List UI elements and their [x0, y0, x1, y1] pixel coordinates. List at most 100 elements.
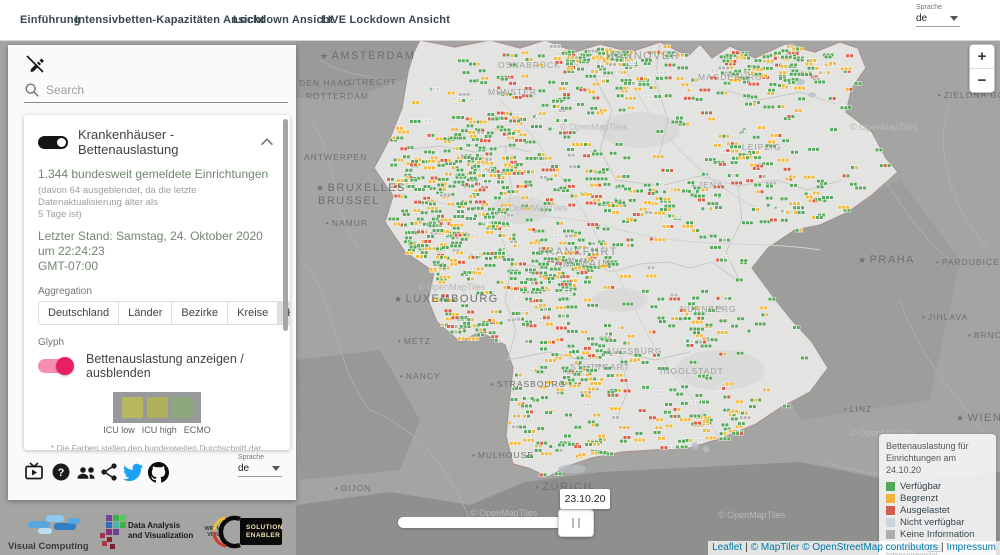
facility-glyph[interactable]	[513, 244, 520, 248]
facility-glyph[interactable]	[608, 204, 619, 208]
facility-glyph[interactable]	[629, 199, 636, 203]
facility-glyph[interactable]	[816, 63, 823, 67]
facility-glyph[interactable]	[590, 183, 601, 187]
facility-glyph[interactable]	[766, 184, 773, 188]
facility-glyph[interactable]	[615, 374, 622, 378]
facility-glyph[interactable]	[708, 117, 715, 121]
facility-glyph[interactable]	[545, 156, 552, 160]
facility-glyph[interactable]	[791, 151, 798, 155]
facility-glyph[interactable]	[442, 246, 449, 250]
facility-glyph[interactable]	[521, 418, 532, 422]
facility-glyph[interactable]	[498, 234, 505, 238]
nav-lockdown-ansicht[interactable]: Lockdown Ansicht	[233, 14, 334, 26]
facility-glyph[interactable]	[591, 451, 598, 455]
facility-glyph[interactable]	[486, 231, 493, 235]
facility-glyph[interactable]	[545, 359, 556, 363]
facility-glyph[interactable]	[766, 196, 773, 200]
facility-glyph[interactable]	[623, 389, 630, 393]
facility-glyph[interactable]	[467, 318, 474, 322]
facility-glyph[interactable]	[582, 193, 589, 197]
facility-glyph[interactable]	[471, 234, 478, 238]
facility-glyph[interactable]	[745, 102, 756, 106]
zoom-in-button[interactable]: +	[970, 45, 994, 69]
facility-glyph[interactable]	[552, 99, 563, 103]
facility-glyph[interactable]	[405, 169, 412, 173]
facility-glyph[interactable]	[455, 147, 462, 151]
facility-glyph[interactable]	[417, 217, 424, 221]
facility-glyph[interactable]	[525, 157, 536, 161]
facility-glyph[interactable]	[656, 71, 667, 75]
facility-glyph[interactable]	[880, 164, 891, 168]
facility-glyph[interactable]	[627, 335, 634, 339]
facility-glyph[interactable]	[740, 259, 747, 263]
facility-glyph[interactable]	[456, 168, 463, 172]
facility-glyph[interactable]	[508, 132, 515, 136]
facility-glyph[interactable]	[716, 91, 727, 95]
facility-glyph[interactable]	[561, 292, 572, 296]
facility-glyph[interactable]	[768, 89, 775, 93]
facility-glyph[interactable]	[840, 106, 847, 110]
facility-glyph[interactable]	[769, 83, 776, 87]
language-select-top[interactable]: Sprache de	[916, 4, 962, 27]
facility-glyph[interactable]	[830, 128, 837, 131]
facility-glyph[interactable]	[855, 186, 866, 190]
facility-glyph[interactable]	[540, 176, 547, 180]
facility-glyph[interactable]	[531, 125, 542, 129]
facility-glyph[interactable]	[563, 229, 574, 233]
facility-glyph[interactable]	[479, 69, 486, 73]
facility-glyph[interactable]	[767, 92, 774, 96]
facility-glyph[interactable]	[763, 388, 770, 392]
facility-glyph[interactable]	[581, 394, 588, 398]
facility-glyph[interactable]	[540, 341, 547, 345]
facility-glyph[interactable]	[659, 320, 666, 324]
facility-glyph[interactable]	[587, 337, 594, 341]
facility-glyph[interactable]	[502, 53, 509, 57]
facility-glyph[interactable]	[578, 453, 585, 457]
facility-glyph[interactable]	[665, 76, 672, 80]
facility-glyph[interactable]	[736, 278, 743, 282]
facility-glyph[interactable]	[561, 107, 572, 111]
facility-glyph[interactable]	[478, 174, 485, 178]
glyph-visibility-toggle[interactable]	[38, 359, 72, 373]
facility-glyph[interactable]	[595, 55, 602, 59]
facility-glyph[interactable]	[629, 359, 636, 363]
facility-glyph[interactable]	[585, 169, 596, 173]
facility-glyph[interactable]	[450, 244, 461, 248]
facility-glyph[interactable]	[515, 373, 522, 377]
facility-glyph[interactable]	[732, 432, 743, 436]
facility-glyph[interactable]	[654, 211, 665, 215]
facility-glyph[interactable]	[567, 56, 574, 60]
facility-glyph[interactable]	[556, 326, 567, 330]
facility-glyph[interactable]	[558, 272, 565, 276]
facility-glyph[interactable]	[538, 54, 545, 58]
facility-glyph[interactable]	[656, 418, 663, 422]
facility-glyph[interactable]	[433, 261, 440, 265]
facility-glyph[interactable]	[572, 143, 579, 147]
facility-glyph[interactable]	[597, 177, 608, 181]
facility-glyph[interactable]	[455, 160, 462, 164]
facility-glyph[interactable]	[512, 425, 519, 429]
facility-glyph[interactable]	[647, 266, 654, 270]
facility-glyph[interactable]	[600, 109, 607, 113]
facility-glyph[interactable]	[439, 264, 446, 268]
facility-glyph[interactable]	[477, 128, 484, 132]
facility-glyph[interactable]	[780, 197, 787, 201]
facility-glyph[interactable]	[567, 242, 574, 246]
facility-glyph[interactable]	[388, 217, 399, 221]
facility-glyph[interactable]	[585, 75, 596, 79]
facility-glyph[interactable]	[703, 429, 710, 433]
facility-glyph[interactable]	[503, 258, 514, 262]
facility-glyph[interactable]	[491, 117, 498, 121]
facility-glyph[interactable]	[875, 148, 882, 152]
search-input[interactable]	[44, 82, 288, 98]
facility-glyph[interactable]	[607, 390, 614, 394]
facility-glyph[interactable]	[655, 190, 666, 194]
facility-glyph[interactable]	[676, 116, 683, 120]
facility-glyph[interactable]	[484, 135, 491, 139]
facility-glyph[interactable]	[539, 304, 546, 308]
facility-glyph[interactable]	[496, 281, 503, 285]
facility-glyph[interactable]	[695, 394, 702, 398]
facility-glyph[interactable]	[707, 202, 718, 206]
facility-glyph[interactable]	[623, 436, 630, 440]
facility-glyph[interactable]	[587, 304, 598, 308]
